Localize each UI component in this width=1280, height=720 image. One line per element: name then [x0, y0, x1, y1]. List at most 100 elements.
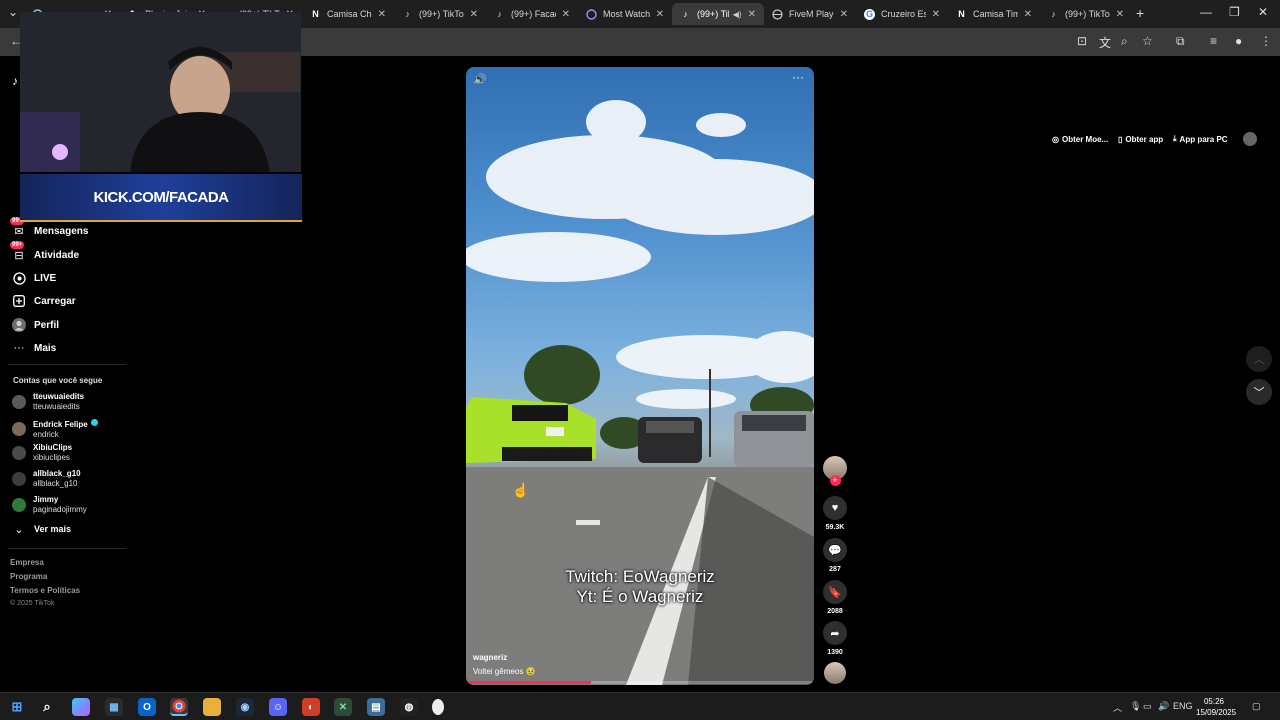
chrome-icon[interactable]: [170, 698, 188, 716]
tab-10[interactable]: N Camisa Tim ✕: [948, 3, 1040, 25]
following-title: Contas que você segue: [13, 376, 103, 385]
obs-icon[interactable]: ◍: [400, 698, 418, 716]
volume-icon[interactable]: 🔊: [473, 73, 487, 86]
install-app-icon[interactable]: ⊡: [1077, 34, 1087, 48]
tab-8[interactable]: FiveM Player ✕: [764, 3, 856, 25]
close-icon[interactable]: ✕: [840, 9, 848, 20]
close-icon[interactable]: ✕: [748, 9, 756, 20]
close-icon[interactable]: ✕: [562, 9, 570, 20]
store-icon[interactable]: ▦: [105, 698, 123, 716]
followed-account[interactable]: allblack_g10 allblack_g10: [12, 469, 81, 489]
account-names: Endrick Felipe endrick: [33, 418, 98, 440]
see-more-button[interactable]: ⌄ Ver mais: [12, 519, 71, 539]
file-explorer-icon[interactable]: [203, 698, 221, 716]
game-launcher-icon[interactable]: ◐: [302, 698, 320, 716]
language-indicator[interactable]: ENG: [1173, 701, 1193, 711]
sidebar-item-upload[interactable]: Carregar: [12, 291, 76, 311]
sidebar-item-live[interactable]: LIVE: [12, 268, 56, 288]
sidebar-item-label: Perfil: [34, 319, 60, 331]
microphone-icon[interactable]: 🎙: [1130, 701, 1141, 712]
zoom-icon[interactable]: ⌕: [1121, 34, 1128, 49]
like-button[interactable]: ♥ 59.3K: [822, 496, 848, 531]
close-icon[interactable]: ✕: [1116, 9, 1124, 20]
steam-icon[interactable]: ◉: [236, 698, 254, 716]
n-brand-icon: N: [958, 9, 965, 19]
sidebar-item-activity[interactable]: ⊟ 99+ Atividade: [10, 241, 79, 265]
tab-4[interactable]: ♪ (99+) TikTok ✕: [394, 3, 486, 25]
previous-video-button[interactable]: ︿: [1246, 346, 1272, 372]
followed-account[interactable]: Endrick Felipe endrick: [12, 418, 98, 440]
sidebar-item-profile[interactable]: Perfil: [12, 315, 59, 335]
followed-account[interactable]: XibiuClips xibiuclipes: [12, 443, 72, 463]
close-icon[interactable]: ✕: [378, 9, 386, 20]
save-button[interactable]: 🔖 2088: [822, 580, 848, 615]
footer-link-terms[interactable]: Termos e Políticas: [10, 586, 80, 595]
close-icon[interactable]: ✕: [932, 9, 940, 20]
menu-icon[interactable]: ⋮: [1260, 34, 1272, 48]
followed-account[interactable]: tteuwuaiedits tteuwuaiedits: [12, 392, 84, 412]
app-icon[interactable]: [432, 699, 444, 715]
copilot-icon[interactable]: [72, 698, 90, 716]
clock-time: 05:26: [1203, 697, 1225, 706]
xbox-icon[interactable]: ✕: [334, 698, 352, 716]
sidebar-item-more[interactable]: ··· Mais: [12, 338, 57, 358]
coin-icon: ◎: [1052, 134, 1059, 144]
follow-plus-icon[interactable]: +: [829, 475, 841, 486]
tab-label: Camisa Che: [327, 9, 372, 19]
account-handle: endrick: [33, 430, 59, 439]
tab-5[interactable]: ♪ (99+) Facada ✕: [486, 3, 578, 25]
creator-avatar-button[interactable]: +: [822, 456, 848, 486]
sidebar-item-messages[interactable]: ✉ 99+ Mensagens: [10, 217, 88, 241]
outlook-icon[interactable]: O: [138, 698, 156, 716]
footer-link-program[interactable]: Programa: [10, 572, 47, 581]
clock[interactable]: 05:26 15/09/2025: [1196, 696, 1236, 718]
translate-icon[interactable]: 文: [1099, 34, 1111, 51]
video-player[interactable]: 🔊 ··· Twitch: EoWagneriz Yt: É o Wagneri…: [466, 67, 814, 685]
comment-count: 287: [829, 566, 841, 573]
profile-icon[interactable]: ●: [1235, 34, 1242, 48]
music-disc-button[interactable]: [822, 662, 848, 684]
screen: ⌄ ✕ ✎ Plagiar Joia ✕ ♪ (99+) TikTok ✕ N …: [0, 0, 1280, 720]
calculator-icon[interactable]: ▤: [367, 698, 385, 716]
close-icon[interactable]: ✕: [656, 9, 664, 20]
maximize-icon[interactable]: ❐: [1229, 5, 1240, 19]
network-icon[interactable]: ▭: [1143, 701, 1152, 712]
windows-start-icon[interactable]: ⊞: [8, 698, 26, 716]
minimize-icon[interactable]: —: [1200, 5, 1212, 19]
comment-button[interactable]: 💬 287: [822, 538, 848, 573]
followed-account[interactable]: Jimmy paginadojimmy: [12, 495, 87, 515]
window-close-icon[interactable]: ✕: [1258, 5, 1268, 19]
next-video-button[interactable]: ﹀: [1246, 379, 1272, 405]
extensions-icon[interactable]: ⧉: [1176, 34, 1185, 49]
close-icon[interactable]: ✕: [1024, 9, 1032, 20]
tab-7-active[interactable]: ♪ (99+) Tik ◀) ✕: [672, 3, 764, 25]
account-handle: paginadojimmy: [33, 505, 87, 514]
video-author[interactable]: wagneriz: [473, 653, 507, 662]
share-button[interactable]: ➦ 1390: [822, 621, 848, 656]
comment-icon: 💬: [823, 538, 847, 562]
tab-11[interactable]: ♪ (99+) TikTok ✕: [1040, 3, 1132, 25]
speaker-icon[interactable]: ◀): [733, 10, 742, 19]
footer-link-company[interactable]: Empresa: [10, 558, 44, 567]
notification-icon[interactable]: ▢: [1252, 701, 1261, 712]
video-progress-bar[interactable]: [466, 681, 814, 684]
tab-6[interactable]: Most Watch ✕: [578, 3, 672, 25]
close-icon[interactable]: ✕: [470, 9, 478, 20]
volume-tray-icon[interactable]: 🔊: [1158, 701, 1169, 712]
get-app-button[interactable]: ▯ Obter app: [1118, 129, 1163, 149]
search-icon[interactable]: ⌕: [38, 698, 56, 716]
tiktok-logo-icon[interactable]: ♪: [12, 74, 18, 88]
new-tab-icon[interactable]: +: [1136, 5, 1144, 21]
pc-app-button[interactable]: ⤓ App para PC: [1173, 129, 1228, 149]
user-avatar[interactable]: [1243, 132, 1257, 146]
tab-label: Cruzeiro Esp: [881, 9, 926, 19]
bookmark-star-icon[interactable]: ☆: [1142, 34, 1153, 48]
tab-3[interactable]: N Camisa Che ✕: [302, 3, 394, 25]
media-control-icon[interactable]: ≡: [1210, 34, 1217, 48]
tab-9[interactable]: G Cruzeiro Esp ✕: [856, 3, 948, 25]
get-coins-button[interactable]: ◎ Obter Moe...: [1052, 129, 1108, 149]
tab-search-icon[interactable]: ⌄: [8, 5, 18, 19]
more-options-icon[interactable]: ···: [792, 70, 804, 84]
tray-chevron-icon[interactable]: ︿: [1113, 701, 1122, 714]
discord-icon[interactable]: ☺: [269, 698, 287, 716]
